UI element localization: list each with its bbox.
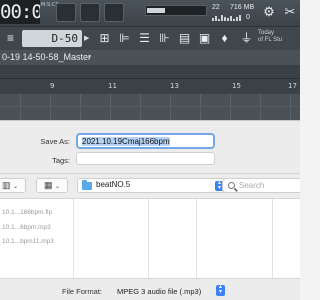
tools-icon[interactable]: ⚙	[260, 2, 278, 22]
columns-view-icon[interactable]: ▥	[2, 180, 11, 190]
save-as-label: Save As:	[40, 137, 70, 146]
file-format-value[interactable]: MPEG 3 audio file (.mp3)	[117, 287, 201, 296]
ruler-number: 11	[108, 82, 117, 90]
ruler-number: 17	[288, 82, 297, 90]
browser-icon[interactable]: ▣	[196, 30, 213, 47]
news-line-1: Today	[258, 30, 275, 36]
format-bar: File Format: MPEG 3 audio file (.mp3) ▴ ▾	[0, 278, 300, 300]
folder-icon	[82, 180, 92, 190]
timeline-ruler[interactable]: 9 11 13 15 17	[0, 78, 300, 94]
playlist-grid[interactable]	[0, 94, 300, 120]
scissors-icon[interactable]: ✂	[281, 2, 299, 22]
ruler-number: 13	[170, 82, 179, 90]
mixer-icon[interactable]: ⊫	[116, 30, 133, 47]
chevron-down-icon: ⌄	[55, 184, 61, 190]
channel-rack-icon[interactable]: ⊪	[156, 30, 173, 47]
grid-icon: ▦	[43, 180, 53, 190]
cpu-meter	[212, 14, 250, 21]
plugin-icon[interactable]: ♦	[216, 30, 233, 47]
news-panel[interactable]: Today of FL Stu	[258, 30, 282, 44]
pattern-arrow-icon[interactable]: ▶	[84, 34, 89, 42]
view-mode-toggle[interactable]: ▥ ⌄	[0, 178, 26, 193]
column-divider[interactable]	[73, 199, 74, 278]
memory-extra: 0	[246, 14, 250, 21]
file-browser[interactable]: 10.1...166bpm.flp 10.1...6bpm.mp3 10.1..…	[0, 198, 300, 278]
file-item[interactable]: 10.1...166bpm.flp	[2, 209, 52, 216]
pattern-selector[interactable]: D-50	[22, 30, 82, 47]
filename-field[interactable]: 2021.10.19Cmaj166bpm	[76, 133, 215, 149]
title-arrow-icon[interactable]: ›	[88, 51, 91, 61]
tempo-button[interactable]	[56, 3, 76, 22]
cpu-plug-icon[interactable]: ⏚	[238, 30, 255, 47]
filename-value: 2021.10.19Cmaj166bpm	[82, 137, 170, 146]
search-field[interactable]: Search	[222, 178, 300, 193]
piano-roll-icon[interactable]: ▤	[176, 30, 193, 47]
location-name: beatNO.5	[96, 180, 131, 189]
screen: 00:00 M:S:CS 22 716 MB 0 ⚙ ✂ ≡ D-50 ▶ ⊞ …	[0, 0, 300, 300]
file-format-label: File Format:	[62, 287, 103, 296]
ruler-number: 15	[232, 82, 241, 90]
pattern-selector-value: D-50	[51, 32, 79, 45]
memory-readout: 716 MB	[230, 4, 255, 11]
search-icon	[228, 182, 235, 189]
step-button[interactable]	[104, 3, 124, 22]
add-pattern-icon[interactable]: ⊞	[96, 30, 113, 47]
master-volume-fill	[147, 8, 165, 13]
transport-toolbar: 00:00 M:S:CS 22 716 MB 0 ⚙ ✂	[0, 0, 300, 26]
dialog-toolbar: ▥ ⌄ ▦ ⌄ beatNO.5 ▴ ▾ Search	[0, 174, 300, 196]
location-popup[interactable]: beatNO.5 ▴ ▾	[77, 178, 227, 193]
record-mode-button[interactable]	[80, 3, 100, 22]
time-display[interactable]: 00:00	[0, 0, 40, 24]
news-line-2: of FL Stu	[258, 37, 283, 43]
search-placeholder: Search	[239, 181, 265, 190]
save-dialog: Save As: 2021.10.19Cmaj166bpm Tags: ▥ ⌄ …	[0, 120, 300, 300]
playlist-title-bar: 0-19 14-50-58_Master ›	[0, 50, 300, 65]
file-item[interactable]: 10.1...6bpm.mp3	[2, 224, 51, 231]
column-divider[interactable]	[148, 199, 149, 278]
playlist-title: 0-19 14-50-58_Master	[2, 52, 92, 62]
pattern-toolbar: ≡ D-50 ▶ ⊞ ⊫ ☰ ⊪ ▤ ▣ ♦ ⏚ Today of FL Stu	[0, 26, 300, 50]
column-divider[interactable]	[196, 199, 197, 278]
ruler-number: 9	[50, 82, 55, 90]
group-options-button[interactable]: ▦ ⌄	[36, 178, 68, 193]
file-format-stepper-icon[interactable]: ▴ ▾	[216, 284, 225, 296]
tags-field[interactable]	[76, 152, 215, 165]
tags-label: Tags:	[52, 156, 70, 165]
cpu-readout: 22	[212, 4, 220, 11]
daw-window: 00:00 M:S:CS 22 716 MB 0 ⚙ ✂ ≡ D-50 ▶ ⊞ …	[0, 0, 300, 120]
playlist-icon[interactable]: ☰	[136, 30, 153, 47]
file-item[interactable]: 10.1...bpm11.mp3	[2, 238, 54, 245]
column-divider[interactable]	[272, 199, 273, 278]
master-volume-slider[interactable]	[145, 5, 207, 16]
menu-icon[interactable]: ≡	[2, 30, 19, 47]
chevron-down-icon: ⌄	[13, 184, 19, 190]
